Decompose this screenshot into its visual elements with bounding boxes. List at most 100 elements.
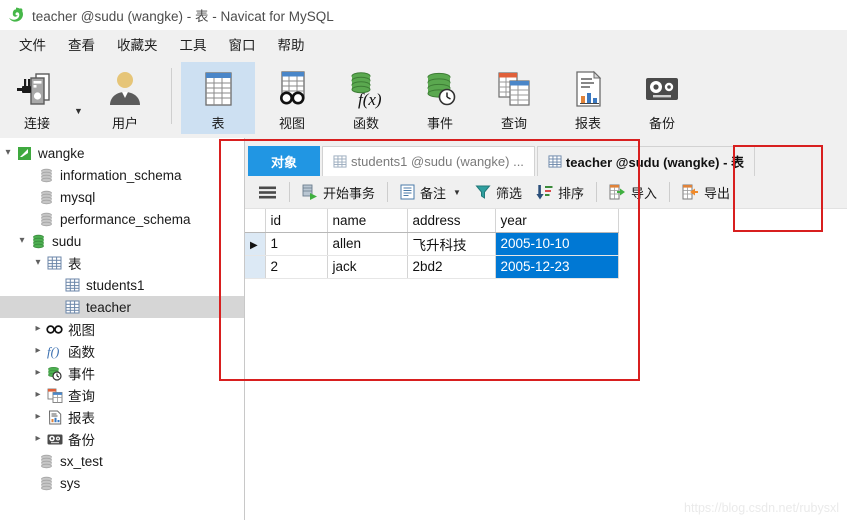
toolbar-button-query[interactable]: 查询 (477, 62, 551, 134)
tab-students1[interactable]: students1 @sudu (wangke) ... (322, 146, 535, 176)
expander-reports[interactable]: ▸ (30, 412, 46, 422)
menu-file[interactable]: 文件 (8, 31, 57, 57)
filter-button[interactable]: 筛选 (468, 180, 529, 205)
cell-id[interactable]: 2 (265, 255, 328, 279)
expander-sudu[interactable]: ▾ (14, 236, 30, 246)
column-header-id[interactable]: id (265, 209, 328, 233)
sidebar-item-performance-schema[interactable]: performance_schema (0, 208, 244, 230)
expander-wangke[interactable]: ▾ (0, 148, 16, 158)
table-folder-icon (46, 256, 63, 270)
toolbar-label-view: 视图 (278, 116, 305, 131)
sidebar-item-teacher[interactable]: teacher (0, 296, 244, 318)
sidebar-item-sudu[interactable]: ▾ sudu (0, 230, 244, 252)
note-button[interactable]: 备注 ▼ (393, 180, 468, 205)
toolbar-button-view[interactable]: 视图 (255, 62, 329, 134)
toolbar-label-function: 函数 (352, 116, 379, 131)
expander-backups[interactable]: ▸ (30, 434, 46, 444)
object-tree-sidebar[interactable]: ▾ wangke information_schema mysql perfor… (0, 138, 245, 520)
database-green-icon (30, 234, 47, 249)
import-button[interactable]: 导入 (602, 180, 664, 205)
cell-address[interactable]: 2bd2 (407, 255, 496, 279)
toolbar-label-query: 查询 (500, 116, 527, 131)
sidebar-item-tables-folder[interactable]: ▾ 表 (0, 252, 244, 274)
menu-tools[interactable]: 工具 (169, 31, 218, 57)
menu-help[interactable]: 帮助 (267, 31, 316, 57)
export-button[interactable]: 导出 (675, 180, 737, 205)
expander-views[interactable]: ▸ (30, 324, 46, 334)
sidebar-label-events: 事件 (68, 367, 95, 382)
connection-icon (14, 68, 60, 110)
cell-year[interactable]: 2005-10-10 (495, 232, 619, 256)
cell-name[interactable]: jack (327, 255, 408, 279)
chevron-right-icon: ▸ (35, 345, 41, 356)
table-icon (333, 155, 347, 168)
cell-year[interactable]: 2005-12-23 (495, 255, 619, 279)
sidebar-label-backups: 备份 (68, 433, 95, 448)
toolbar-button-backup[interactable]: 备份 (625, 62, 699, 134)
toolbar-separator (289, 182, 290, 202)
sidebar-item-queries[interactable]: ▸ 查询 (0, 384, 244, 406)
toolbar-button-event[interactable]: 事件 (403, 62, 477, 134)
function-icon: f(x) (345, 68, 387, 110)
expander-events[interactable]: ▸ (30, 368, 46, 378)
menu-window[interactable]: 窗口 (218, 31, 267, 57)
toolbar-button-connection[interactable]: 连接 (0, 62, 74, 134)
sidebar-item-functions[interactable]: ▸ f() 函数 (0, 340, 244, 362)
toolbar-separator (171, 68, 172, 124)
data-grid[interactable]: id name address year ▶ 1 allen 飞升科技 2005… (245, 209, 847, 520)
cell-address[interactable]: 飞升科技 (407, 232, 496, 256)
sidebar-label-views: 视图 (68, 323, 95, 338)
menu-view[interactable]: 查看 (57, 31, 106, 57)
sidebar-item-events[interactable]: ▸ 事件 (0, 362, 244, 384)
expander-tables[interactable]: ▾ (30, 258, 46, 268)
tab-objects[interactable]: 对象 (248, 146, 321, 176)
toolbar-button-user[interactable]: 用户 (88, 62, 162, 134)
navicat-window: teacher @sudu (wangke) - 表 - Navicat for… (0, 0, 847, 520)
tab-label-objects: 对象 (271, 155, 298, 170)
toolbar-label-connection: 连接 (23, 116, 50, 131)
column-header-year[interactable]: year (495, 209, 619, 233)
table-row[interactable]: 2 jack 2bd2 2005-12-23 (245, 255, 619, 279)
filter-icon (475, 185, 491, 199)
row-indicator-current[interactable]: ▶ (245, 232, 266, 256)
sidebar-item-sys[interactable]: sys (0, 472, 244, 494)
toolbar-button-function[interactable]: f(x) 函数 (329, 62, 403, 134)
sidebar-label-performance-schema: performance_schema (60, 211, 191, 227)
sidebar-item-wangke[interactable]: ▾ wangke (0, 142, 244, 164)
toolbar-separator (595, 182, 597, 202)
toolbar-button-report[interactable]: 报表 (551, 62, 625, 134)
row-indicator-header (245, 209, 266, 233)
svg-text:f(x): f(x) (358, 90, 382, 109)
sidebar-item-information-schema[interactable]: information_schema (0, 164, 244, 186)
grid-menu-button[interactable] (251, 182, 284, 203)
tab-strip: 对象 students1 @sudu (wangke) ... teacher … (245, 138, 847, 176)
cell-name[interactable]: allen (327, 232, 408, 256)
expander-functions[interactable]: ▸ (30, 346, 46, 356)
connection-green-icon (16, 146, 33, 161)
backup-icon (641, 68, 683, 110)
sidebar-item-mysql[interactable]: mysql (0, 186, 244, 208)
row-indicator[interactable] (245, 255, 266, 279)
column-header-name[interactable]: name (327, 209, 408, 233)
sidebar-item-sx-test[interactable]: sx_test (0, 450, 244, 472)
expander-queries[interactable]: ▸ (30, 390, 46, 400)
chevron-down-icon[interactable]: ▼ (453, 188, 461, 197)
toolbar-button-table[interactable]: 表 (181, 62, 255, 134)
sidebar-label-reports: 报表 (68, 411, 95, 426)
sidebar-item-backups[interactable]: ▸ 备份 (0, 428, 244, 450)
column-header-address[interactable]: address (407, 209, 496, 233)
sidebar-item-reports[interactable]: ▸ 报表 (0, 406, 244, 428)
database-gray-icon (38, 212, 55, 227)
import-label: 导入 (630, 185, 657, 201)
table-row[interactable]: ▶ 1 allen 飞升科技 2005-10-10 (245, 232, 619, 256)
user-icon (104, 68, 146, 110)
menu-favorites[interactable]: 收藏夹 (106, 31, 169, 57)
tab-teacher[interactable]: teacher @sudu (wangke) - 表 (536, 146, 756, 176)
connection-dropdown-caret-icon[interactable]: ▼ (74, 106, 88, 116)
sidebar-item-students1[interactable]: students1 (0, 274, 244, 296)
sort-button[interactable]: 排序 (529, 180, 591, 205)
begin-transaction-button[interactable]: 开始事务 (295, 180, 382, 205)
note-icon (400, 184, 415, 200)
sidebar-item-views[interactable]: ▸ 视图 (0, 318, 244, 340)
cell-id[interactable]: 1 (265, 232, 328, 256)
